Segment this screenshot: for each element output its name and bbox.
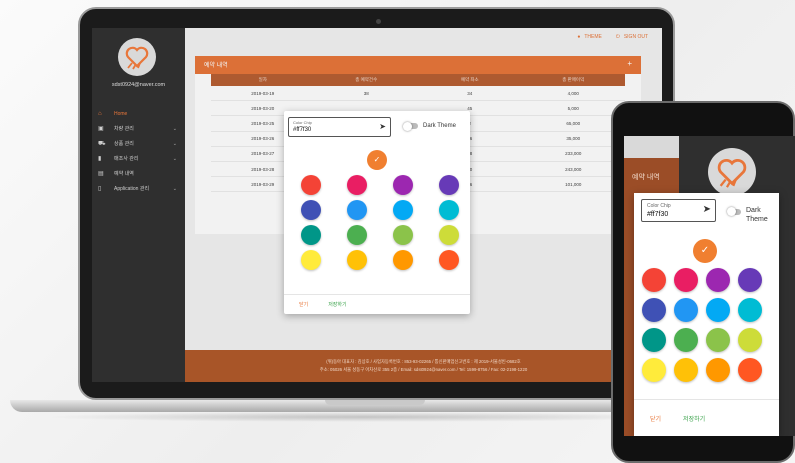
phone-color-swatch[interactable] [738, 298, 762, 322]
phone-color-swatch[interactable] [706, 328, 730, 352]
phone-logo-icon [708, 148, 756, 196]
color-swatch[interactable] [347, 175, 367, 195]
phone-color-chip-field[interactable]: Color Chip #ff7f30 ➤ [641, 199, 716, 222]
laptop-shadow [40, 412, 690, 422]
sidebar-item-0[interactable]: ⌂ Home [92, 106, 185, 121]
sidebar-item-label: 상품 관리 [114, 141, 134, 147]
phone-dark-theme-label: Dark Theme [746, 207, 768, 223]
phone-icon: ▯ [98, 186, 102, 192]
color-swatch[interactable] [301, 175, 321, 195]
phone-dark-theme-toggle[interactable] [727, 207, 741, 216]
phone-color-swatch[interactable] [674, 358, 698, 382]
phone-color-swatch[interactable] [642, 268, 666, 292]
color-swatch[interactable] [301, 250, 321, 270]
phone-color-swatch[interactable] [738, 358, 762, 382]
phone-color-swatch[interactable] [674, 268, 698, 292]
save-button[interactable]: 저장하기 [328, 301, 346, 308]
chevron-down-icon: ⌄ [172, 155, 177, 162]
sidebar-item-2[interactable]: ⛟ 상품 관리 ⌄ [92, 136, 185, 151]
send-icon[interactable]: ➤ [379, 122, 386, 131]
user-email: sdst0924@naver.com [111, 82, 166, 88]
color-swatch[interactable] [347, 200, 367, 220]
phone-color-swatch[interactable] [706, 358, 730, 382]
phone-dialog-divider [634, 399, 779, 400]
laptop-screen: sdst0924@naver.com ⌂ Home ▣ 차량 관리 ⌄ ⛟ 상품 관리 ⌄ ▮ 매… [92, 28, 662, 382]
chevron-down-icon: ⌄ [172, 140, 177, 147]
color-swatch[interactable] [439, 175, 459, 195]
color-swatch[interactable] [301, 200, 321, 220]
dark-theme-toggle[interactable] [403, 121, 418, 131]
sidebar-item-label: 예약 내역 [114, 171, 134, 177]
phone-color-swatch[interactable] [642, 358, 666, 382]
color-chip-field[interactable]: Color Chip #ff7f30 ➤ [288, 117, 391, 137]
phone-color-swatch[interactable] [642, 298, 666, 322]
phone-color-swatch[interactable] [674, 328, 698, 352]
phone-screen: 예약 내역 Color Chip #ff7f30 ➤ Dark Theme ✓ … [624, 136, 795, 436]
phone-color-dialog: Color Chip #ff7f30 ➤ Dark Theme ✓ 닫기 저장하… [634, 193, 779, 436]
color-swatch[interactable] [347, 250, 367, 270]
color-swatch[interactable] [439, 250, 459, 270]
color-dialog: Color Chip #ff7f30 ➤ Dark Theme ✓ 닫기 저장하… [284, 111, 470, 314]
phone-panel-title: 예약 내역 [632, 174, 660, 181]
color-swatch[interactable] [393, 175, 413, 195]
phone-close-button[interactable]: 닫기 [650, 414, 661, 423]
side-menu: ⌂ Home ▣ 차량 관리 ⌄ ⛟ 상품 관리 ⌄ ▮ 매조사 관리 ⌄ ▤ 예약 내역 ▯ Applic… [92, 106, 185, 196]
phone-save-button[interactable]: 저장하기 [683, 414, 705, 423]
dark-theme-label: Dark Theme [423, 123, 456, 129]
color-chip-label: Color Chip [293, 120, 312, 125]
sidebar-item-label: 매조사 관리 [114, 156, 139, 162]
sidebar-item-label: 차량 관리 [114, 126, 134, 132]
sidebar-item-label: Application 관리 [114, 186, 150, 192]
phone-color-swatch[interactable] [674, 298, 698, 322]
selected-color-check-icon: ✓ [367, 150, 387, 170]
phone-color-grid [642, 268, 762, 382]
color-swatch[interactable] [301, 225, 321, 245]
footer-line-2: 주소: 05026 서울 성동구 아차산로 355 2층 / Email: sd… [319, 367, 528, 372]
phone-color-chip-label: Color Chip [647, 203, 671, 209]
chevron-down-icon: ⌄ [172, 185, 177, 192]
sidebar-item-label: Home [114, 110, 128, 117]
footer-line-1: (위)동아 대표자 : 김상호 / 사업자등록번호 : 853-93-02265… [326, 359, 521, 364]
dialog-divider [284, 294, 470, 295]
home-icon: ⌂ [98, 110, 102, 117]
color-swatch[interactable] [393, 225, 413, 245]
color-swatch[interactable] [393, 200, 413, 220]
color-swatch[interactable] [347, 225, 367, 245]
color-swatch[interactable] [439, 200, 459, 220]
close-button[interactable]: 닫기 [299, 301, 308, 308]
laptop-notch [325, 400, 425, 405]
sidebar-item-4[interactable]: ▤ 예약 내역 [92, 166, 185, 181]
phone-send-icon[interactable]: ➤ [703, 204, 711, 215]
cart-icon: ⛟ [98, 140, 106, 147]
color-grid [301, 175, 459, 270]
phone-color-swatch[interactable] [706, 298, 730, 322]
color-swatch[interactable] [439, 225, 459, 245]
phone-color-chip-value: #ff7f30 [647, 211, 669, 218]
camera [376, 19, 381, 24]
color-swatch[interactable] [393, 250, 413, 270]
chart-icon: ▮ [98, 156, 102, 162]
logo-icon [118, 38, 156, 76]
sidebar-item-3[interactable]: ▮ 매조사 관리 ⌄ [92, 151, 185, 166]
phone-color-swatch[interactable] [642, 328, 666, 352]
phone-color-swatch[interactable] [738, 328, 762, 352]
phone-selected-color-check-icon: ✓ [693, 239, 717, 263]
color-chip-value: #ff7f30 [293, 127, 312, 133]
phone-color-swatch[interactable] [738, 268, 762, 292]
sidebar-item-1[interactable]: ▣ 차량 관리 ⌄ [92, 121, 185, 136]
chevron-down-icon: ⌄ [172, 125, 177, 132]
sidebar-item-5[interactable]: ▯ Application 관리 ⌄ [92, 181, 185, 196]
calendar-icon: ▤ [98, 171, 104, 177]
car-icon: ▣ [98, 126, 104, 132]
sidebar: sdst0924@naver.com ⌂ Home ▣ 차량 관리 ⌄ ⛟ 상품 관리 ⌄ ▮ 매… [92, 28, 185, 382]
footer: (위)동아 대표자 : 김상호 / 사업자등록번호 : 853-93-02265… [185, 350, 662, 382]
phone-color-swatch[interactable] [706, 268, 730, 292]
